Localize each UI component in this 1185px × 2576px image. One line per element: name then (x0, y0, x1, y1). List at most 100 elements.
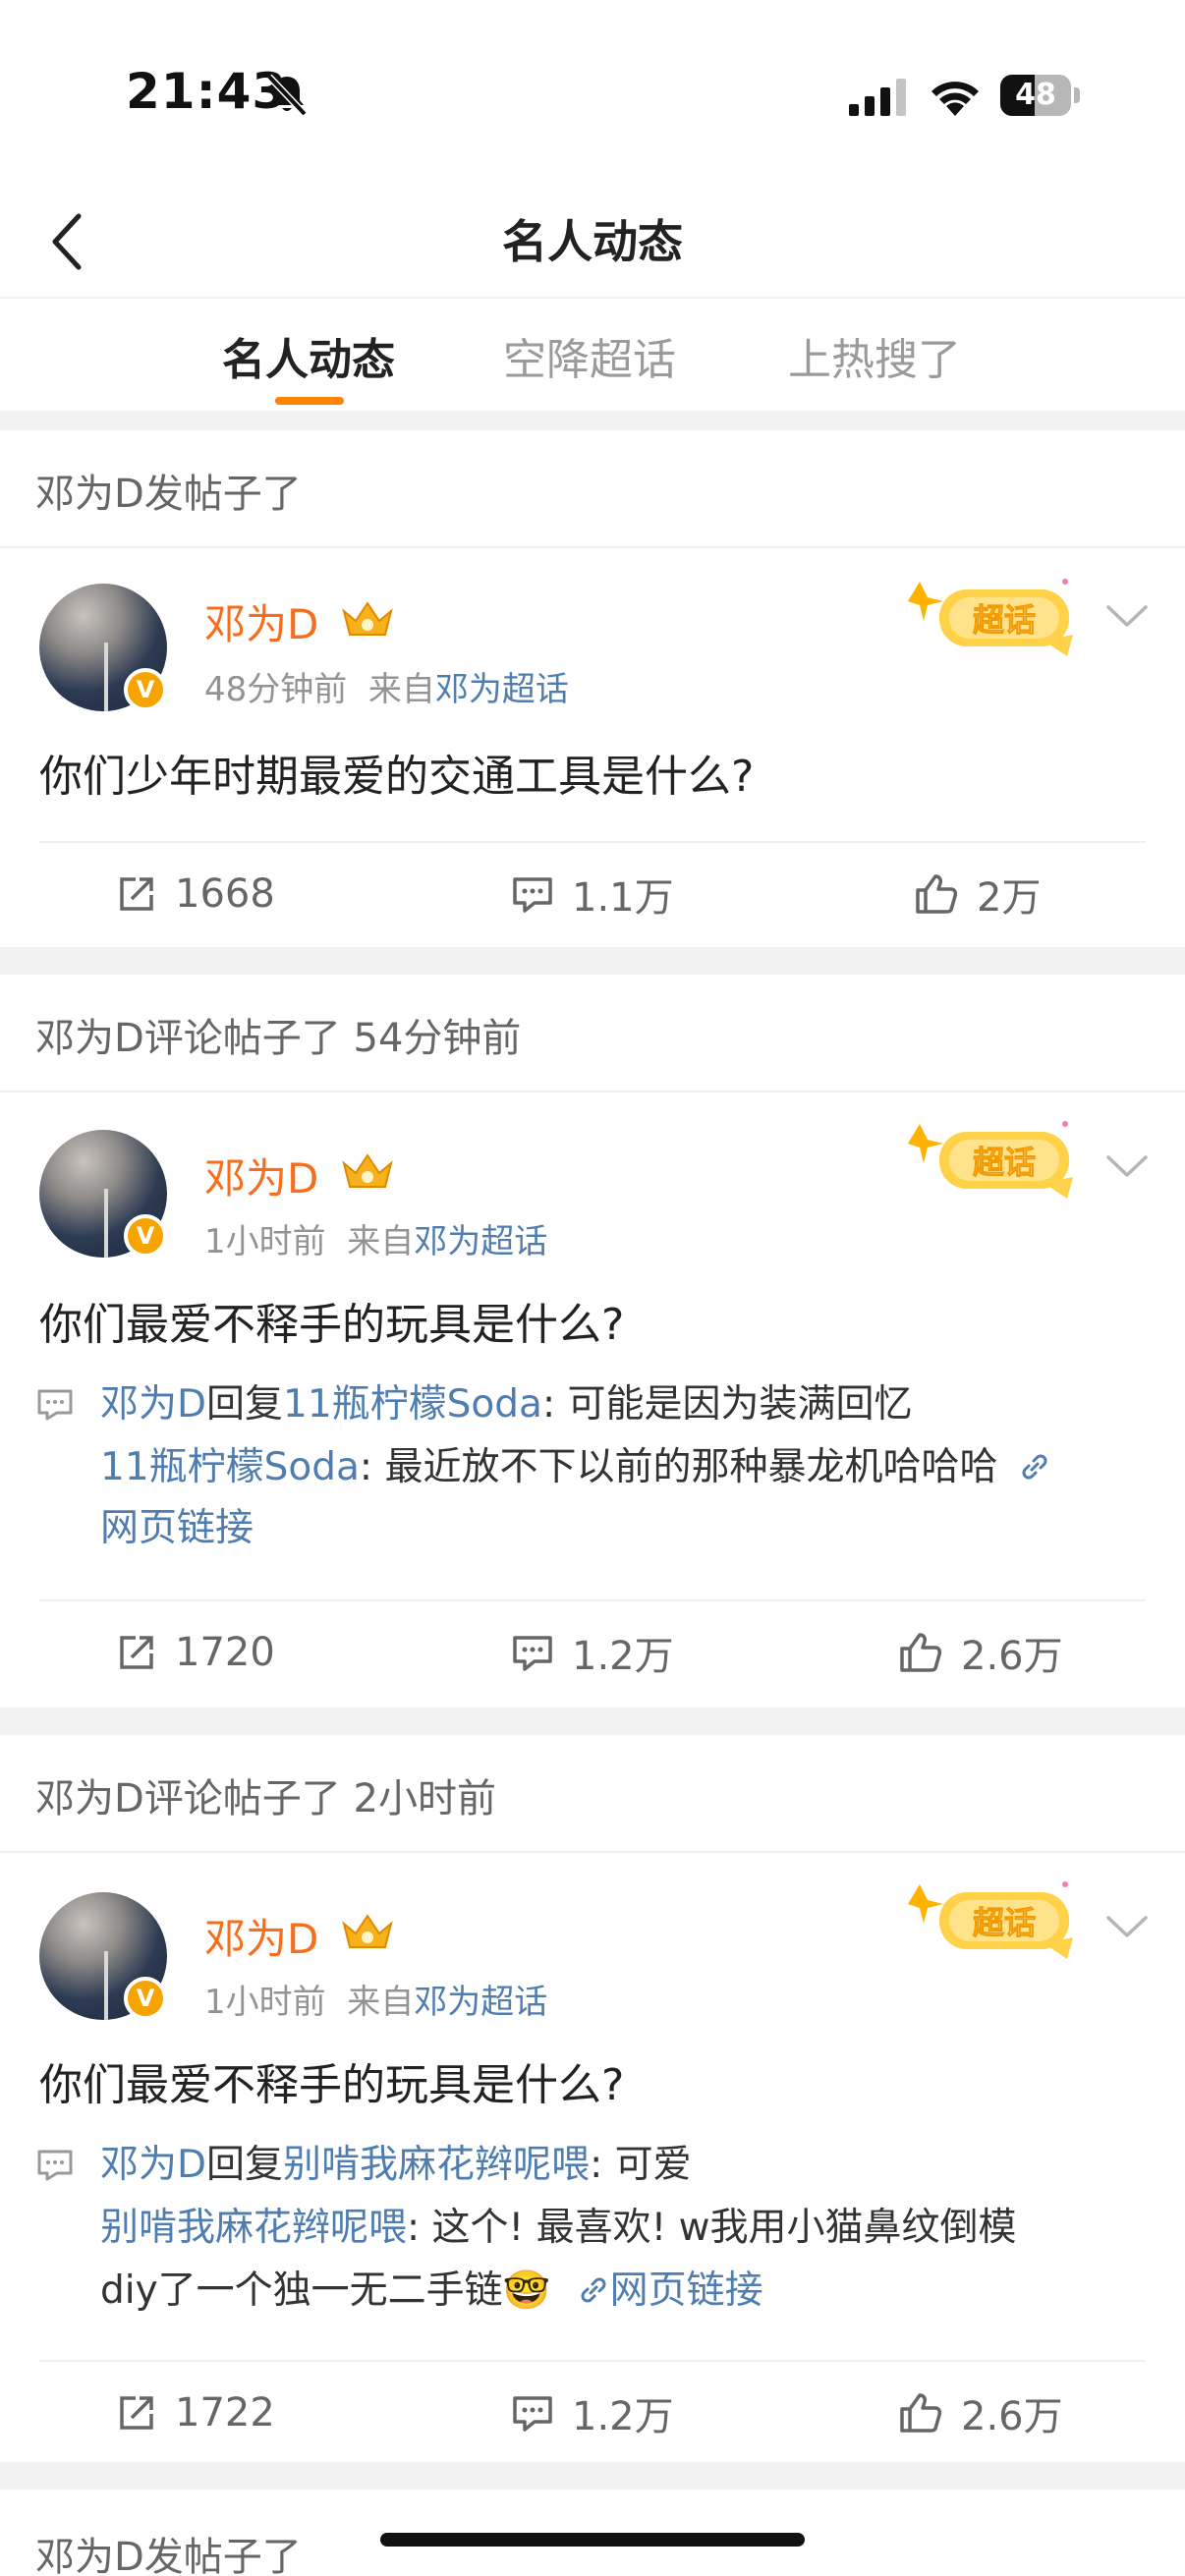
home-indicator (380, 2533, 805, 2547)
reply-line: 邓为D回复别啃我麻花辫呢喂: 可爱 (100, 2134, 692, 2197)
comment-count: 1.1万 (572, 875, 674, 921)
divider (39, 1599, 1146, 1601)
post-text[interactable]: 你们最爱不释手的玩具是什么? (39, 2049, 624, 2112)
section-gap (0, 2462, 1185, 2490)
comment-button[interactable]: 1.2万 (511, 2383, 674, 2442)
share-icon (120, 1636, 153, 1669)
reply-author-link[interactable]: 邓为D (100, 2143, 206, 2187)
status-bar: 21:43 48 (0, 0, 1185, 187)
like-button[interactable]: 2.6万 (898, 1623, 1063, 1682)
original-author-link[interactable]: 11瓶柠檬Soda (100, 1445, 360, 1489)
thumbs-up-icon (916, 874, 958, 914)
share-count: 1720 (175, 1630, 275, 1675)
source-link[interactable]: 邓为超话 (435, 670, 569, 709)
username[interactable]: 邓为D (204, 591, 318, 651)
like-count: 2.6万 (961, 1634, 1063, 1679)
original-comment-text: : 这个! 最喜欢! w我用小猫鼻纹倒模 (407, 2206, 1017, 2250)
battery-body: 48 (1000, 75, 1071, 116)
battery-cap (1074, 87, 1080, 103)
username[interactable]: 邓为D (204, 1146, 318, 1205)
username[interactable]: 邓为D (204, 1906, 318, 1966)
post-meta: 48分钟前 来自邓为超话 (204, 662, 569, 710)
post-time: 1小时前 (204, 1222, 326, 1261)
supertopic-badge-label: 超话 (973, 601, 1036, 639)
source-link[interactable]: 邓为超话 (414, 1222, 547, 1261)
reply-word: 回复 (206, 2143, 284, 2187)
activity-header-text: 邓为D评论帖子了 54分钟前 (35, 1016, 522, 1061)
section-gap (0, 1708, 1185, 1735)
verified-icon: V (124, 1214, 167, 1258)
comment-button[interactable]: 1.1万 (511, 865, 674, 924)
share-count: 1722 (175, 2390, 275, 2436)
reply-text: : 可能是因为装满回忆 (541, 1382, 913, 1427)
activity-header-text: 邓为D发帖子了 (35, 2535, 302, 2576)
reply-target-link[interactable]: 别啃我麻花辫呢喂 (283, 2143, 590, 2187)
web-link-line: 网页链接 (100, 1497, 254, 1560)
tab-airdrop-supertopic[interactable]: 空降超话 (503, 324, 676, 387)
post-text[interactable]: 你们最爱不释手的玩具是什么? (39, 1289, 624, 1352)
share-count: 1668 (175, 871, 275, 917)
post-card[interactable]: V 邓为D 1小时前 来自邓为超话 超话 你们最爱不释手的玩具是什么? 邓为D回… (0, 1853, 1185, 2462)
chevron-down-icon[interactable] (1104, 1912, 1150, 1941)
divider (39, 841, 1146, 843)
chevron-left-icon (52, 213, 82, 270)
comment-button[interactable]: 1.2万 (511, 1623, 674, 1682)
post-meta: 1小时前 来自邓为超话 (204, 1975, 547, 2023)
original-comment-text-2: diy了一个独一无二手链 (100, 2268, 503, 2313)
active-tab-indicator (275, 397, 344, 405)
activity-header: 邓为D发帖子了 (0, 430, 1185, 548)
like-count: 2.6万 (961, 2394, 1063, 2439)
from-label: 来自 (347, 1983, 415, 2022)
chevron-down-icon[interactable] (1104, 1151, 1150, 1181)
quoted-comment[interactable]: 邓为D回复别啃我麻花辫呢喂: 可爱 别啃我麻花辫呢喂: 这个! 最喜欢! w我用… (35, 2134, 1156, 2330)
original-comment-line: 11瓶柠檬Soda: 最近放不下以前的那种暴龙机哈哈哈 (100, 1436, 1051, 1499)
supertopic-badge-label: 超话 (973, 1144, 1036, 1181)
web-link[interactable]: 网页链接 (100, 1506, 254, 1550)
share-icon (120, 2396, 153, 2430)
original-comment-line-2: diy了一个独一无二手链🤓 网页链接 (100, 2260, 763, 2323)
activity-header: 邓为D评论帖子了 54分钟前 (0, 975, 1185, 1092)
share-button[interactable]: 1722 (116, 2383, 275, 2442)
reply-line: 邓为D回复11瓶柠檬Soda: 可能是因为装满回忆 (100, 1373, 913, 1436)
tab-celebrity-updates[interactable]: 名人动态 (222, 324, 395, 387)
comment-count: 1.2万 (572, 1634, 674, 1679)
supertopic-badge[interactable]: 超话 (900, 1875, 1087, 1973)
comment-icon (513, 2396, 552, 2432)
post-meta: 1小时前 来自邓为超话 (204, 1214, 547, 1262)
thumbs-up-icon (900, 1633, 942, 1672)
reply-author-link[interactable]: 邓为D (100, 1382, 206, 1427)
chevron-down-icon[interactable] (1104, 601, 1150, 631)
share-icon (120, 877, 153, 911)
tab-bar: 名人动态 空降超话 上热搜了 (0, 297, 1185, 411)
crown-icon (342, 601, 393, 636)
wifi-icon (931, 82, 979, 116)
post-text[interactable]: 你们少年时期最爱的交通工具是什么? (39, 741, 754, 804)
supertopic-badge[interactable]: 超话 (900, 1114, 1087, 1212)
tab-trending[interactable]: 上热搜了 (788, 324, 961, 387)
source-link[interactable]: 邓为超话 (414, 1983, 547, 2022)
share-button[interactable]: 1720 (116, 1623, 275, 1682)
activity-header-text: 邓为D发帖子了 (35, 472, 302, 517)
quoted-comment[interactable]: 邓为D回复11瓶柠檬Soda: 可能是因为装满回忆 11瓶柠檬Soda: 最近放… (35, 1373, 1156, 1570)
activity-header-text: 邓为D评论帖子了 2小时前 (35, 1776, 496, 1821)
original-author-link[interactable]: 别啃我麻花辫呢喂 (100, 2206, 407, 2250)
reply-target-link[interactable]: 11瓶柠檬Soda (283, 1382, 542, 1427)
section-gap (0, 947, 1185, 975)
verified-icon: V (124, 668, 167, 711)
back-button[interactable] (28, 200, 106, 283)
post-card[interactable]: V 邓为D 48分钟前 来自邓为超话 超话 你们少年时期最爱的交通工具是什么? … (0, 548, 1185, 947)
post-card[interactable]: V 邓为D 1小时前 来自邓为超话 超话 你们最爱不释手的玩具是什么? 邓为D回… (0, 1092, 1185, 1708)
supertopic-badge[interactable]: 超话 (900, 572, 1087, 670)
verified-icon: V (124, 1977, 167, 2020)
like-button[interactable]: 2万 (914, 865, 1041, 924)
post-time: 48分钟前 (204, 670, 348, 709)
comment-icon (37, 1389, 73, 1421)
battery-level: 48 (1015, 78, 1056, 112)
like-button[interactable]: 2.6万 (898, 2383, 1063, 2442)
share-button[interactable]: 1668 (116, 865, 275, 924)
link-icon (581, 2277, 606, 2303)
web-link[interactable]: 网页链接 (610, 2268, 763, 2313)
section-gap (0, 411, 1185, 430)
comment-icon (513, 877, 552, 913)
from-label: 来自 (367, 670, 435, 709)
